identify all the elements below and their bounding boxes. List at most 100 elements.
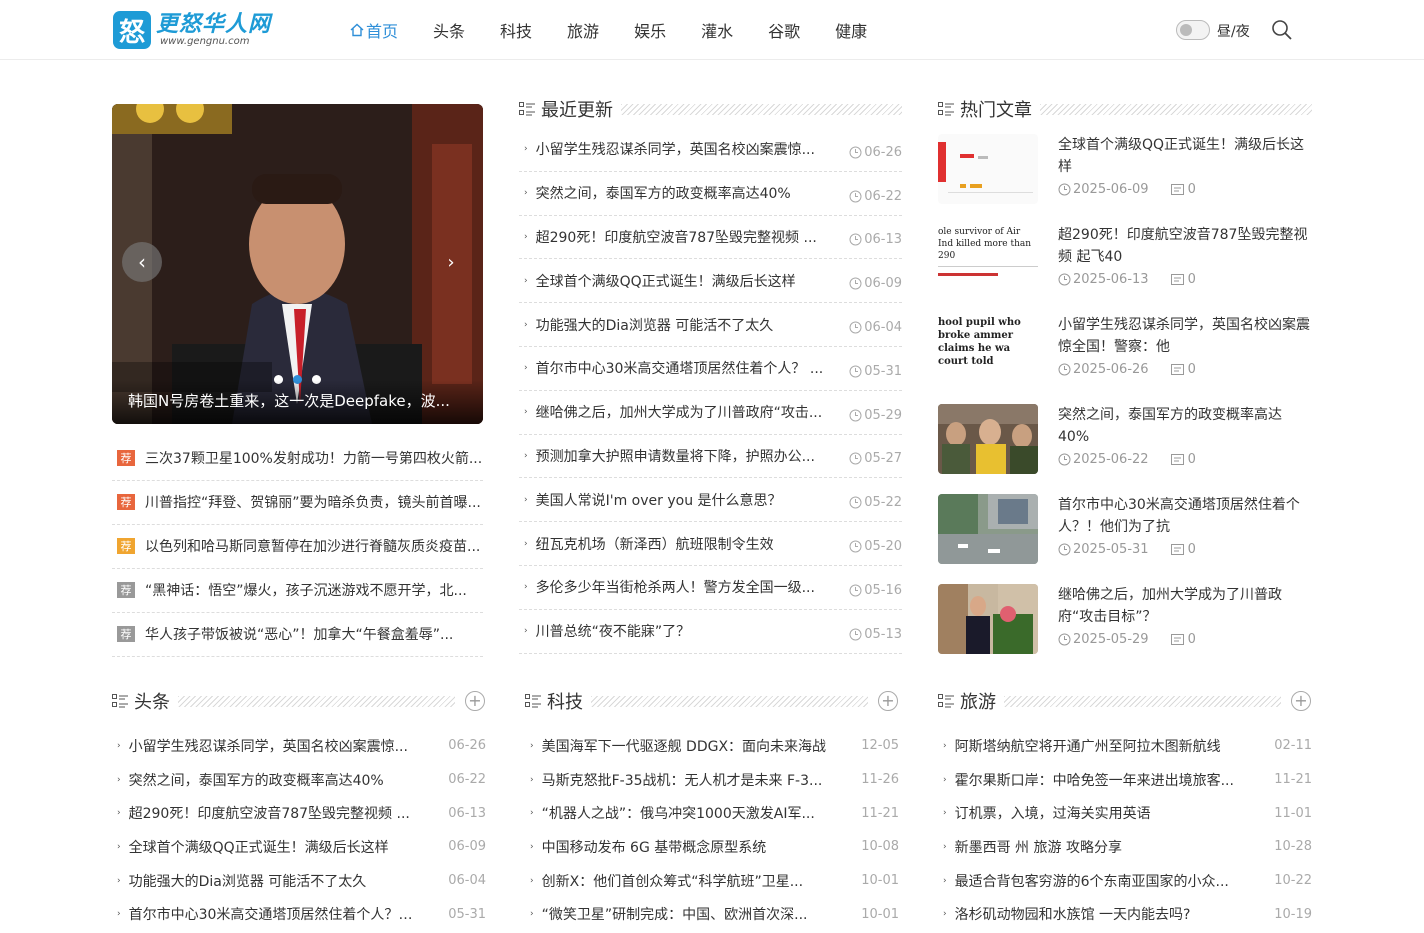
article-date: 2025-06-13 [1073, 272, 1149, 287]
list-item[interactable]: 荐 三次37颗卫星100%发射成功！力箭一号第四枚火箭... [112, 437, 483, 481]
list-item[interactable]: › 全球首个满级QQ正式诞生！满级后长这样 06-09 [112, 830, 486, 864]
clock-icon [849, 321, 862, 334]
list-item[interactable]: › 洛杉矶动物园和水族馆 一天内能去吗? 10-19 [938, 897, 1312, 931]
bullet-icon: › [524, 494, 528, 505]
article-date: 2025-06-22 [1073, 452, 1149, 467]
bullet-icon: › [524, 144, 528, 155]
article-thumbnail [938, 494, 1038, 564]
logo-mark: 怒 [113, 11, 151, 49]
hot-article[interactable]: hool pupil who broke ammer claims he wa … [938, 314, 1312, 404]
more-button[interactable]: + [465, 691, 485, 711]
search-icon[interactable] [1270, 18, 1294, 42]
list-item[interactable]: › 继哈佛之后，加州大学成为了川普政府“攻击... 05-29 [519, 391, 902, 435]
list-item[interactable]: › 美国人常说I'm over you 是什么意思？ 05-22 [519, 478, 902, 523]
section-title: 热门文章 [960, 100, 1032, 121]
nav-item-google[interactable]: 谷歌 [768, 18, 800, 42]
list-item[interactable]: › 功能强大的Dia浏览器 可能活不了太久 06-04 [519, 303, 902, 347]
list-item-title: 功能强大的Dia浏览器 可能活不了太久 [128, 873, 367, 890]
list-item-title: 纽瓦克机场（新泽西）航班限制令生效 [535, 536, 774, 553]
comment-count: 0 [1187, 542, 1196, 557]
list-item[interactable]: › 首尔市中心30米高交通塔顶居然住着个人？ ... 05-31 [112, 897, 486, 931]
site-logo[interactable]: 怒 更怒华人网 www.gengnu.com [113, 9, 271, 51]
hot-article[interactable]: ole survivor of Air Ind killed more than… [938, 224, 1312, 314]
nav-item-entertainment[interactable]: 娱乐 [634, 18, 666, 42]
featured-slider[interactable]: ‹ › 韩国N号房卷土重来，这一次是Deepfake，波... [112, 104, 483, 424]
list-item[interactable]: › “机器人之战”：俄乌冲突1000天激发AI军... 11-21 [525, 796, 899, 830]
list-item-title: “微笑卫星”研制完成：中国、欧洲首次深... [541, 907, 808, 924]
list-item[interactable]: › 霍尔果斯口岸：中哈免签一年来进出境旅客... 11-21 [938, 763, 1312, 797]
list-item[interactable]: › “微笑卫星”研制完成：中国、欧洲首次深... 10-01 [525, 897, 899, 931]
list-item[interactable]: 荐 华人孩子带饭被说“恶心”！加拿大“午餐盒羞辱”... [112, 613, 483, 657]
list-item-title: 订机票，入境，过海关实用英语 [954, 806, 1151, 823]
bullet-icon: › [117, 841, 121, 852]
recommend-badge: 荐 [117, 493, 135, 510]
hot-article[interactable]: 首尔市中心30米高交通塔顶居然住着个人？！他们为了抗 2025-05-31 0 [938, 494, 1312, 584]
list-item[interactable]: › 突然之间，泰国军方的政变概率高达40% 06-22 [519, 172, 902, 216]
list-item[interactable]: › 超290死！印度航空波音787坠毁完整视频 ... 06-13 [112, 796, 486, 830]
clock-icon [1058, 633, 1071, 646]
list-item[interactable]: 荐 “黑神话：悟空”爆火，孩子沉迷游戏不愿开学，北... [112, 569, 483, 613]
hot-article[interactable]: 继哈佛之后，加州大学成为了川普政府“攻击目标”？ 2025-05-29 0 [938, 584, 1312, 674]
list-item[interactable]: › 最适合背包客穷游的6个东南亚国家的小众... 10-22 [938, 864, 1312, 898]
list-item[interactable]: › 美国海军下一代驱逐舰 DDGX：面向未来海战 12-05 [525, 729, 899, 763]
article-thumbnail [938, 134, 1038, 204]
article-date: 2025-05-29 [1073, 632, 1149, 647]
day-night-toggle[interactable] [1176, 20, 1210, 40]
list-item-title: 中国移动发布 6G 基带概念原型系统 [541, 839, 767, 856]
bullet-icon: › [524, 319, 528, 330]
list-item[interactable]: › 功能强大的Dia浏览器 可能活不了太久 06-04 [112, 864, 486, 898]
list-item-date: 05-31 [849, 358, 902, 379]
list-item[interactable]: 荐 以色列和哈马斯同意暂停在加沙进行脊髓灰质炎疫苗... [112, 525, 483, 569]
list-item-title: 华人孩子带饭被说“恶心”！加拿大“午餐盒羞辱”... [145, 626, 454, 643]
bullet-icon: › [943, 740, 947, 751]
section-divider [591, 695, 868, 707]
home-icon [350, 23, 364, 37]
list-item[interactable]: › 首尔市中心30米高交通塔顶居然住着个人？ ... 05-31 [519, 347, 902, 391]
section-divider [1004, 695, 1281, 707]
bullet-icon: › [524, 275, 528, 286]
hot-article[interactable]: 突然之间，泰国军方的政变概率高达40% 2025-06-22 0 [938, 404, 1312, 494]
list-item-date: 10-08 [861, 839, 899, 855]
more-button[interactable]: + [878, 691, 898, 711]
list-item-title: “机器人之战”：俄乌冲突1000天激发AI军... [541, 806, 815, 823]
article-title: 超290死！印度航空波音787坠毁完整视频 起飞40 [1058, 227, 1308, 265]
nav-item-home[interactable]: 首页 [350, 18, 398, 42]
bullet-icon: › [943, 909, 947, 920]
list-item[interactable]: › 纽瓦克机场（新泽西）航班限制令生效 05-20 [519, 522, 902, 566]
clock-icon [1058, 453, 1071, 466]
list-item-title: 川普总统“夜不能寐”了？ [535, 624, 691, 641]
slider-prev-button[interactable]: ‹ [122, 242, 162, 282]
list-item[interactable]: › 超290死！印度航空波音787坠毁完整视频 ... 06-13 [519, 216, 902, 260]
list-item[interactable]: › 全球首个满级QQ正式诞生！满级后长这样 06-09 [519, 259, 902, 304]
clock-icon [849, 409, 862, 422]
list-item-title: 全球首个满级QQ正式诞生！满级后长这样 [128, 839, 389, 856]
more-button[interactable]: + [1291, 691, 1311, 711]
list-item[interactable]: › 川普总统“夜不能寐”了？ 05-13 [519, 610, 902, 654]
hot-article[interactable]: 全球首个满级QQ正式诞生！满级后长这样 2025-06-09 0 [938, 134, 1312, 224]
list-item[interactable]: › 预测加拿大护照申请数量将下降，护照办公... 05-27 [519, 435, 902, 479]
list-item-date: 05-27 [849, 445, 902, 466]
list-item[interactable]: › 多伦多少年当街枪杀两人！警方发全国一级... 05-16 [519, 566, 902, 610]
nav-item-travel[interactable]: 旅游 [567, 18, 599, 42]
list-item[interactable]: › 小留学生残忍谋杀同学，英国名校凶案震惊... 06-26 [112, 729, 486, 763]
list-item[interactable]: › 阿斯塔纳航空将开通广州至阿拉木图新航线 02-11 [938, 729, 1312, 763]
nav-item-chat[interactable]: 灌水 [701, 18, 733, 42]
list-item[interactable]: › 小留学生残忍谋杀同学，英国名校凶案震惊... 06-26 [519, 128, 902, 172]
clock-icon [849, 540, 862, 553]
list-item[interactable]: › 创新X：他们首创众筹式“科学航班”卫星... 10-01 [525, 864, 899, 898]
list-item[interactable]: 荐 川普指控“拜登、贺锦丽”要为暗杀负责，镜头前首曝... [112, 481, 483, 525]
slide-caption[interactable]: 韩国N号房卷土重来，这一次是Deepfake，波... [112, 380, 483, 424]
nav-item-tech[interactable]: 科技 [500, 18, 532, 42]
slider-next-button[interactable]: › [439, 250, 463, 274]
nav-item-health[interactable]: 健康 [835, 18, 867, 42]
list-item[interactable]: › 突然之间，泰国军方的政变概率高达40% 06-22 [112, 763, 486, 797]
comment-count: 0 [1187, 362, 1196, 377]
list-item[interactable]: › 马斯克怒批F-35战机：无人机才是未来 F-3... 11-26 [525, 763, 899, 797]
list-item[interactable]: › 订机票，入境，过海关实用英语 11-01 [938, 796, 1312, 830]
bullet-icon: › [524, 450, 528, 461]
list-item[interactable]: › 新墨西哥 州 旅游 攻略分享 10-28 [938, 830, 1312, 864]
list-item-title: 超290死！印度航空波音787坠毁完整视频 ... [535, 229, 817, 246]
list-item[interactable]: › 中国移动发布 6G 基带概念原型系统 10-08 [525, 830, 899, 864]
nav-item-headlines[interactable]: 头条 [433, 18, 465, 42]
comment-count: 0 [1187, 632, 1196, 647]
